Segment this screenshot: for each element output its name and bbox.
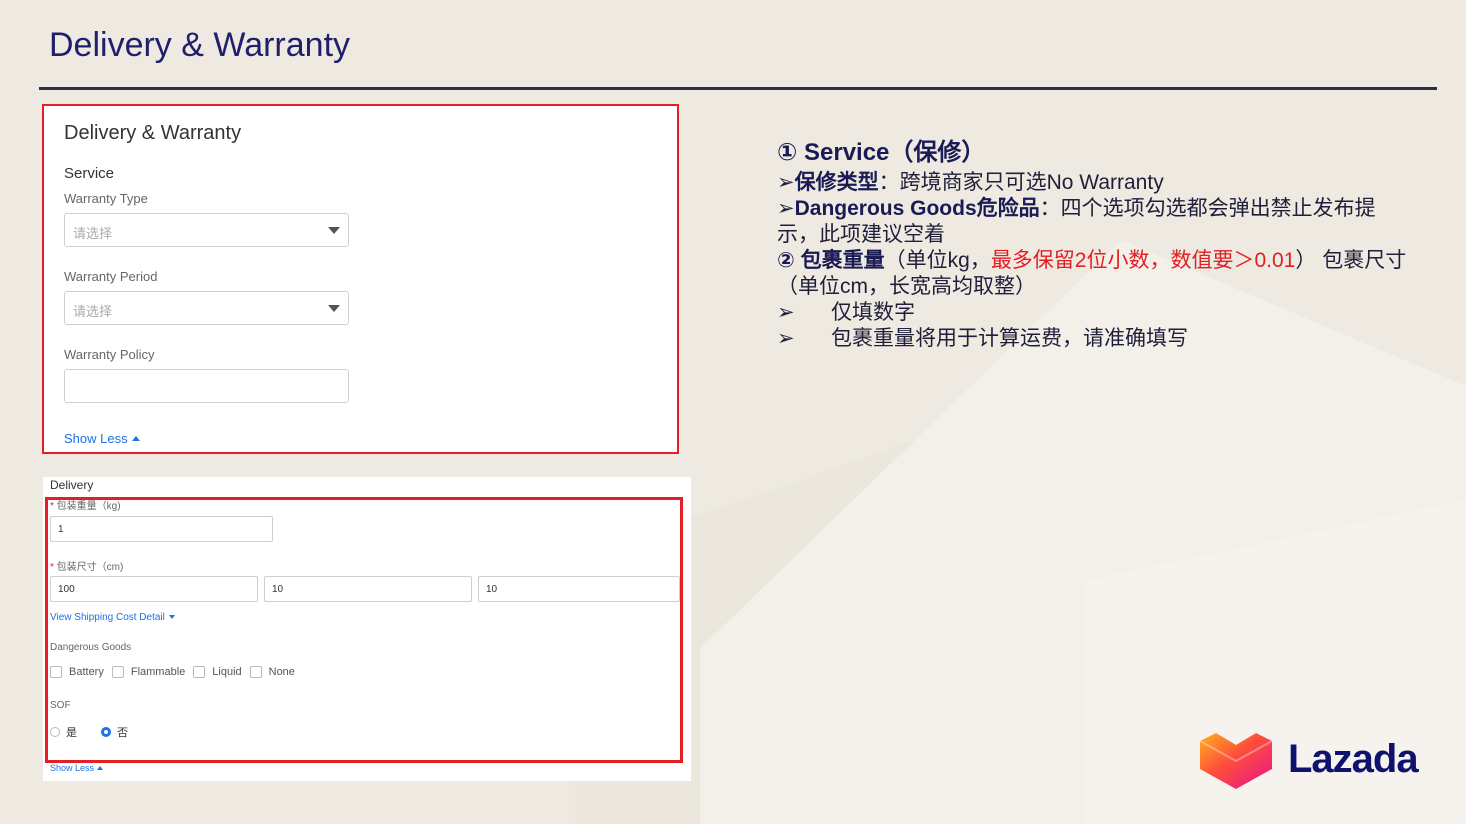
warranty-period-label: Warranty Period: [64, 269, 158, 284]
panel-heading: Delivery & Warranty: [64, 122, 242, 144]
radio-button[interactable]: [50, 727, 60, 737]
dangerous-goods-none[interactable]: None: [249, 666, 295, 678]
package-width-input[interactable]: 10: [264, 576, 472, 602]
sof-label: SOF: [50, 700, 71, 711]
view-shipping-cost-link[interactable]: View Shipping Cost Detail: [50, 612, 175, 623]
sof-yes[interactable]: 是: [50, 724, 77, 740]
warranty-policy-input[interactable]: [64, 369, 349, 403]
checkbox[interactable]: [50, 666, 62, 678]
chevron-up-icon: [131, 436, 140, 441]
package-weight-input[interactable]: 1: [50, 516, 273, 542]
package-size-label: * 包装尺寸（cm): [50, 562, 124, 573]
dangerous-goods-battery[interactable]: Battery: [50, 666, 104, 678]
warranty-type-placeholder: 请选择: [73, 226, 113, 241]
note-dangerous-goods: ➢Dangerous Goods危险品：四个选项勾选都会弹出禁止发布提示，此项建…: [777, 197, 1376, 246]
package-length-input[interactable]: 100: [50, 576, 258, 602]
radio-button-selected[interactable]: [101, 727, 111, 737]
panel-heading: Delivery: [50, 478, 94, 492]
chevron-down-icon: [328, 305, 340, 312]
checkbox[interactable]: [249, 666, 262, 678]
dangerous-goods-flammable[interactable]: Flammable: [111, 666, 185, 678]
dangerous-goods-options: Battery Flammable Liquid None: [50, 666, 303, 678]
note-weight-shipping: ➢ 包裹重量将用于计算运费，请准确填写: [777, 327, 1188, 350]
warranty-policy-label: Warranty Policy: [64, 347, 155, 362]
note-warranty-type: ➢保修类型：跨境商家只可选No Warranty: [777, 171, 1164, 194]
chevron-down-icon: [168, 615, 175, 619]
package-weight-label: * 包装重量（kg): [50, 501, 121, 512]
checkbox[interactable]: [111, 666, 124, 678]
warranty-period-select[interactable]: 请选择: [64, 291, 349, 325]
slide-title: Delivery & Warranty: [49, 26, 351, 64]
note-package-weight: ② 包裹重量（单位kg，最多保留2位小数，数值要＞0.01） 包裹尺寸（单位cm…: [777, 249, 1407, 298]
warranty-type-select[interactable]: 请选择: [64, 213, 349, 247]
warranty-panel: Delivery & Warranty Service Warranty Typ…: [42, 104, 679, 454]
section-title-service: Service: [64, 165, 115, 182]
show-less-link[interactable]: Show Less: [64, 431, 140, 446]
show-less-label: Show Less: [50, 763, 95, 773]
dangerous-goods-label: Dangerous Goods: [50, 642, 132, 653]
dangerous-goods-liquid[interactable]: Liquid: [193, 666, 242, 678]
checkbox[interactable]: [193, 666, 206, 678]
logo-text: Lazada: [1288, 736, 1419, 781]
sof-no[interactable]: 否: [101, 724, 128, 740]
note-numbers-only: ➢ 仅填数字: [777, 301, 915, 324]
chevron-down-icon: [328, 227, 340, 234]
warranty-type-label: Warranty Type: [64, 191, 148, 206]
show-less-label: Show Less: [64, 431, 128, 446]
chevron-up-icon: [97, 766, 104, 770]
view-shipping-cost-label: View Shipping Cost Detail: [50, 612, 165, 623]
lazada-logo: Lazada: [1198, 727, 1419, 791]
title-divider: [39, 87, 1437, 90]
delivery-panel: Delivery * 包装重量（kg) 1 * 包装尺寸（cm) 100 10 …: [43, 477, 691, 781]
warranty-period-placeholder: 请选择: [73, 304, 113, 319]
sof-options: 是 否: [50, 724, 152, 740]
package-height-input[interactable]: 10: [478, 576, 680, 602]
show-less-link[interactable]: Show Less: [50, 763, 104, 773]
instruction-notes: ① Service（保修） ➢保修类型：跨境商家只可选No Warranty ➢…: [777, 136, 1417, 352]
lazada-heart-icon: [1199, 733, 1273, 789]
note-heading-service: ① Service（保修）: [777, 139, 986, 166]
